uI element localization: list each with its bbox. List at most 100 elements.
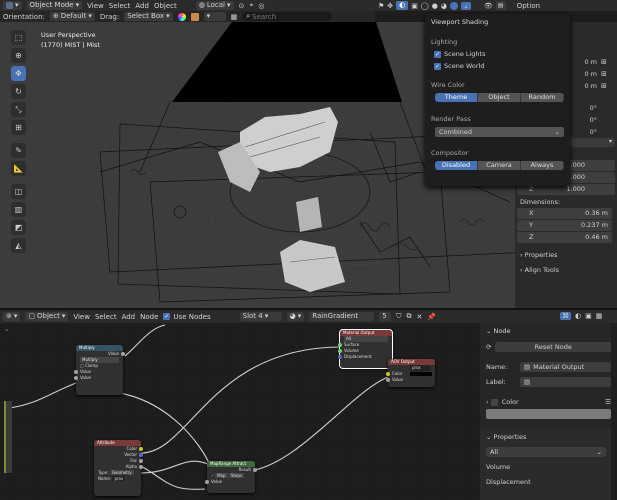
wire-color-object[interactable]: Object bbox=[478, 93, 521, 102]
wire-color-random[interactable]: Random bbox=[521, 93, 564, 102]
material-users-count[interactable]: 5 bbox=[379, 312, 392, 321]
label-field[interactable]: ▤ bbox=[520, 377, 611, 387]
name-value[interactable]: prox bbox=[112, 476, 126, 481]
editor-type-button[interactable]: ▾ bbox=[3, 1, 22, 10]
shading-dropdown-icon[interactable]: ⌄ bbox=[460, 1, 471, 10]
reset-node-button[interactable]: Reset Node bbox=[495, 342, 611, 352]
xray-icon[interactable]: ▣ bbox=[411, 2, 418, 10]
use-nodes-checkbox[interactable]: ✓ Use Nodes bbox=[163, 313, 211, 321]
properties-section-header[interactable]: ⌄ Properties bbox=[480, 431, 532, 443]
close-icon[interactable]: ✕ bbox=[417, 313, 423, 321]
socket[interactable] bbox=[139, 453, 143, 457]
gizmo-icon[interactable]: ✥ bbox=[387, 2, 393, 10]
snap-icon[interactable]: ⌖ bbox=[249, 1, 253, 10]
name-field[interactable]: ▤ Material Output bbox=[520, 362, 611, 372]
dim-y-value[interactable]: 0.237 m bbox=[581, 220, 608, 231]
visibility-filter-icon[interactable]: ⚑ bbox=[378, 2, 384, 10]
rotation-z-value[interactable]: 0° bbox=[567, 126, 597, 138]
socket[interactable] bbox=[74, 370, 78, 374]
annotate-icon[interactable]: ✎ bbox=[11, 143, 26, 158]
rotation-y-value[interactable]: 0° bbox=[567, 114, 597, 126]
dim-z-value[interactable]: 0.46 m bbox=[585, 232, 608, 243]
material-output-node[interactable]: Material Output All Surface Volume Displ… bbox=[338, 329, 393, 369]
node-menu-select[interactable]: Select bbox=[95, 313, 117, 321]
overlays-button[interactable]: ◐ bbox=[396, 1, 409, 10]
bevel-icon[interactable]: ◩ bbox=[11, 220, 26, 235]
wireframe-shading-icon[interactable]: ◯ bbox=[421, 2, 429, 10]
compositor-camera[interactable]: Camera bbox=[478, 161, 521, 170]
rendered-shading-icon[interactable] bbox=[449, 1, 458, 10]
backdrop-icon[interactable]: ▣ bbox=[585, 312, 592, 320]
compositor-disabled[interactable]: Disabled bbox=[435, 161, 478, 170]
fake-user-icon[interactable]: ⛉ bbox=[396, 312, 401, 321]
material-shading-icon[interactable]: ◕ bbox=[441, 2, 447, 10]
scale-icon[interactable]: ⤡ bbox=[11, 102, 26, 117]
render-pass-select[interactable]: Combined ⌄ bbox=[435, 127, 564, 137]
socket[interactable] bbox=[139, 447, 143, 451]
mode-select[interactable]: Object Mode ▾ bbox=[26, 1, 83, 10]
overlay-node-icon[interactable]: ◐ bbox=[575, 312, 581, 320]
color-swatch[interactable] bbox=[410, 372, 432, 376]
properties-subpanel[interactable]: › Properties bbox=[520, 251, 558, 259]
lock-icon[interactable]: ⊞ bbox=[601, 80, 607, 92]
map-range-node[interactable]: MapRange Attract Result ⟋ Map Steps Valu… bbox=[205, 461, 257, 493]
camera-icon[interactable]: ▤ bbox=[495, 1, 506, 10]
socket[interactable] bbox=[338, 349, 342, 353]
location-y-value[interactable]: 0 m bbox=[567, 68, 597, 80]
slot-select[interactable]: Slot 4 ▾ bbox=[239, 312, 282, 321]
rotation-x-value[interactable]: 0° bbox=[567, 102, 597, 114]
node-section-header[interactable]: ⌄ Node bbox=[480, 325, 617, 337]
location-z-value[interactable]: 0 m bbox=[567, 80, 597, 92]
lock-icon[interactable]: ⊞ bbox=[601, 68, 607, 80]
measure-icon[interactable]: 📐 bbox=[11, 161, 26, 176]
brush-select[interactable]: ▾ bbox=[203, 12, 226, 21]
target-select[interactable]: All ⌄ bbox=[486, 447, 606, 457]
type-value[interactable]: Geometry bbox=[109, 470, 134, 475]
socket[interactable] bbox=[338, 343, 342, 347]
rotate-icon[interactable]: ↻ bbox=[11, 84, 26, 99]
socket[interactable] bbox=[139, 465, 143, 469]
menu-select[interactable]: Select bbox=[109, 2, 131, 10]
duplicate-icon[interactable]: ⧉ bbox=[407, 312, 412, 321]
menu-object[interactable]: Object bbox=[154, 2, 177, 10]
aov-output-node[interactable]: AOV Output prox Color Value bbox=[386, 359, 435, 387]
location-x-value[interactable]: 0 m bbox=[567, 56, 597, 68]
socket[interactable] bbox=[338, 355, 342, 359]
drag-select[interactable]: Select Box ▾ bbox=[124, 12, 173, 21]
pin-icon[interactable]: 📌 bbox=[427, 313, 436, 321]
options-button[interactable]: Option bbox=[517, 2, 540, 10]
socket[interactable] bbox=[121, 352, 125, 356]
pivot-icon[interactable]: ⊙ bbox=[239, 2, 245, 10]
orientation-select[interactable]: ⊕ Default ▾ bbox=[49, 12, 95, 21]
add-cube-icon[interactable]: ◫ bbox=[11, 184, 26, 199]
wire-color-theme[interactable]: Theme bbox=[435, 93, 478, 102]
node-canvas[interactable]: ⌄ Multiply Value Multiply ▢ Clamp Value … bbox=[0, 323, 480, 500]
shader-type-select[interactable]: ▢ Object ▾ bbox=[25, 312, 69, 321]
lock-icon[interactable]: ⊞ bbox=[601, 56, 607, 68]
texture-icon[interactable] bbox=[190, 12, 199, 21]
color-wheel-icon[interactable] bbox=[177, 12, 186, 21]
knife-icon[interactable]: ◭ bbox=[11, 238, 26, 253]
color-field[interactable] bbox=[486, 409, 611, 419]
solid-shading-icon[interactable]: ● bbox=[432, 2, 438, 10]
rotation-mode-select[interactable]: ▾ bbox=[570, 138, 615, 147]
select-box-icon[interactable]: ⬚ bbox=[11, 30, 26, 45]
search-field[interactable]: ⌕ Search bbox=[242, 12, 333, 21]
menu-view[interactable]: View bbox=[87, 2, 104, 10]
menu-add[interactable]: Add bbox=[135, 2, 149, 10]
scene-world-checkbox[interactable]: ✓ Scene World bbox=[434, 62, 564, 70]
color-subpanel[interactable]: › Color ☰ bbox=[480, 396, 617, 408]
socket[interactable] bbox=[253, 468, 257, 472]
node-menu-view[interactable]: View bbox=[73, 313, 90, 321]
align-tools-subpanel[interactable]: › Align Tools bbox=[520, 266, 559, 274]
extrude-icon[interactable]: ▥ bbox=[11, 202, 26, 217]
node-menu-node[interactable]: Node bbox=[140, 313, 158, 321]
proportional-icon[interactable]: ◎ bbox=[258, 2, 264, 10]
dim-x-value[interactable]: 0.36 m bbox=[585, 208, 608, 219]
material-name-field[interactable]: RainGradient bbox=[309, 312, 375, 321]
node-editor-type-button[interactable]: ⊚ ▾ bbox=[3, 312, 21, 321]
color-checkbox[interactable] bbox=[490, 398, 498, 406]
transform-icon[interactable]: ⊞ bbox=[11, 120, 26, 135]
socket[interactable] bbox=[205, 480, 209, 484]
snap-node-icon[interactable]: ⌘ bbox=[560, 312, 571, 320]
